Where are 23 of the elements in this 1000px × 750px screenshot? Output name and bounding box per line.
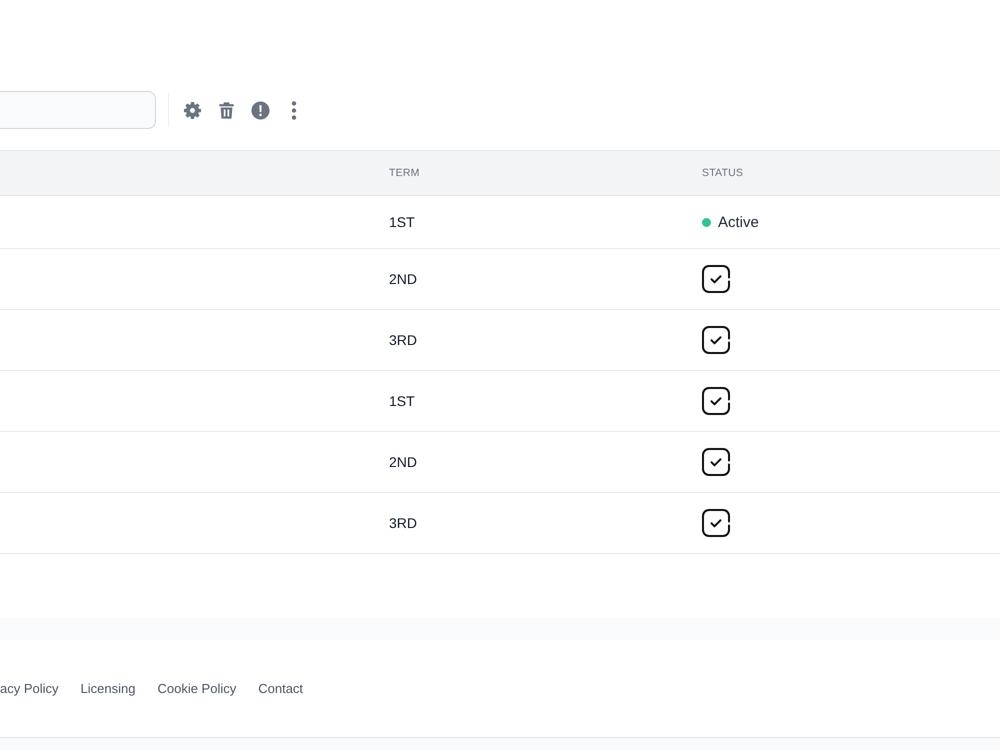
footer-link[interactable]: Licensing	[80, 681, 136, 696]
column-header: TERM	[389, 167, 420, 179]
footer-link[interactable]: Contact	[258, 681, 304, 696]
more-icon	[291, 100, 297, 120]
search-field[interactable]	[0, 91, 156, 129]
column-header: STATUS	[702, 167, 744, 179]
term-cell: 1ST	[389, 214, 415, 230]
settings-icon	[182, 100, 202, 120]
term-cell: 1ST	[389, 393, 415, 409]
term-cell: 3RD	[389, 515, 418, 531]
trash-icon	[216, 100, 236, 120]
check-square-icon	[702, 265, 730, 293]
footer-link[interactable]: Cookie Policy	[157, 681, 236, 696]
alert-icon	[250, 100, 270, 120]
status-label: Active	[718, 214, 759, 230]
footer-link[interactable]: acy Policy	[0, 681, 59, 696]
check-square-icon	[702, 326, 730, 354]
check-square-icon	[702, 509, 730, 537]
term-cell: 2ND	[389, 454, 418, 470]
term-cell: 2ND	[389, 271, 418, 287]
check-square-icon	[702, 448, 730, 476]
check-square-icon	[702, 387, 730, 415]
term-cell: 3RD	[389, 332, 418, 348]
